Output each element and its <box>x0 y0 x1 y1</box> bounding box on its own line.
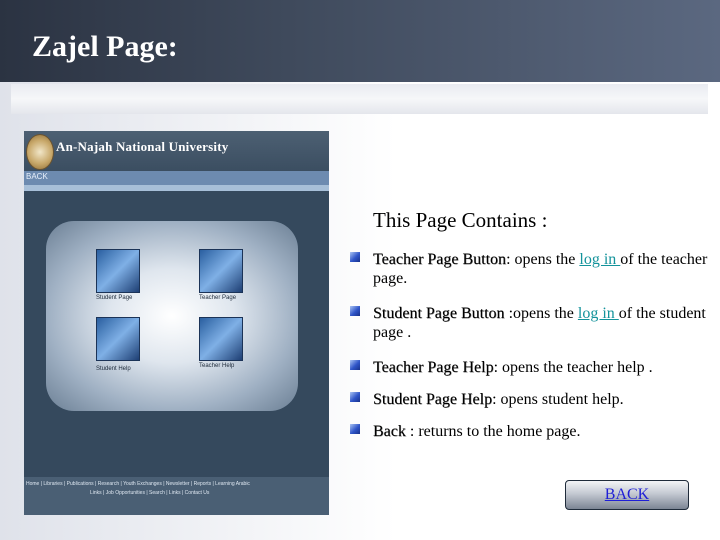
screenshot-nav-strip <box>24 185 329 191</box>
list-item-desc: : opens student help. <box>492 391 624 408</box>
list-item-text: Student Page Button :opens the log in of… <box>373 304 715 342</box>
footer-links-row-1[interactable]: Home | Libraries | Publications | Resear… <box>26 481 250 487</box>
list-item-desc: :opens the <box>504 305 578 322</box>
tile-label-teacher-help: Teacher Help <box>199 363 235 369</box>
list-item-desc: : returns to the home page. <box>405 423 581 440</box>
login-link[interactable]: log in <box>579 251 620 268</box>
slide-title: Zajel Page: <box>32 30 178 63</box>
bullet-square-icon <box>350 360 360 370</box>
university-name: An-Najah National University <box>56 139 229 154</box>
list-item-term: Student Page Help <box>373 391 493 408</box>
back-button[interactable]: BACK <box>565 480 689 510</box>
zajel-page-screenshot: An-Najah National University BACK Studen… <box>24 131 329 515</box>
teacher-help-icon[interactable] <box>199 317 243 361</box>
list-item-desc: : opens the teacher help . <box>493 359 653 376</box>
footer-links-row-2[interactable]: Links | Job Opportunities | Search | Lin… <box>90 490 209 496</box>
list-item-text: Back : returns to the home page. <box>373 422 715 441</box>
bullet-square-icon <box>350 424 360 434</box>
back-button-label: BACK <box>604 486 650 503</box>
title-divider-bar <box>11 84 708 114</box>
teacher-page-icon[interactable] <box>199 249 243 293</box>
screenshot-back-link[interactable]: BACK <box>26 172 48 181</box>
tile-label-student-help: Student Help <box>96 366 131 372</box>
list-item-text: Teacher Page Help: opens the teacher hel… <box>373 358 715 377</box>
list-item-desc: : opens the <box>506 251 580 268</box>
section-heading: This Page Contains : <box>373 208 548 232</box>
screenshot-menu-panel: Student Page Teacher Page Student Help T… <box>46 221 298 411</box>
bullet-square-icon <box>350 252 360 262</box>
list-item-text: Teacher Page Button: opens the log in of… <box>373 250 715 288</box>
student-help-icon[interactable] <box>96 317 140 361</box>
bullet-square-icon <box>350 392 360 402</box>
list-item-term: Teacher Page Button <box>373 251 507 268</box>
university-header: An-Najah National University <box>24 131 329 171</box>
screenshot-footer: Home | Libraries | Publications | Resear… <box>24 477 329 515</box>
student-page-icon[interactable] <box>96 249 140 293</box>
screenshot-nav-bar: BACK <box>24 171 329 185</box>
bullet-square-icon <box>350 306 360 316</box>
list-item-term: Student Page Button <box>373 305 505 322</box>
university-seal-icon <box>26 134 54 170</box>
tile-label-student-page: Student Page <box>96 295 133 301</box>
list-item-text: Student Page Help: opens student help. <box>373 390 715 409</box>
login-link[interactable]: log in <box>578 305 619 322</box>
list-item-term: Back <box>373 423 406 440</box>
list-item-term: Teacher Page Help <box>373 359 494 376</box>
tile-label-teacher-page: Teacher Page <box>199 295 237 301</box>
